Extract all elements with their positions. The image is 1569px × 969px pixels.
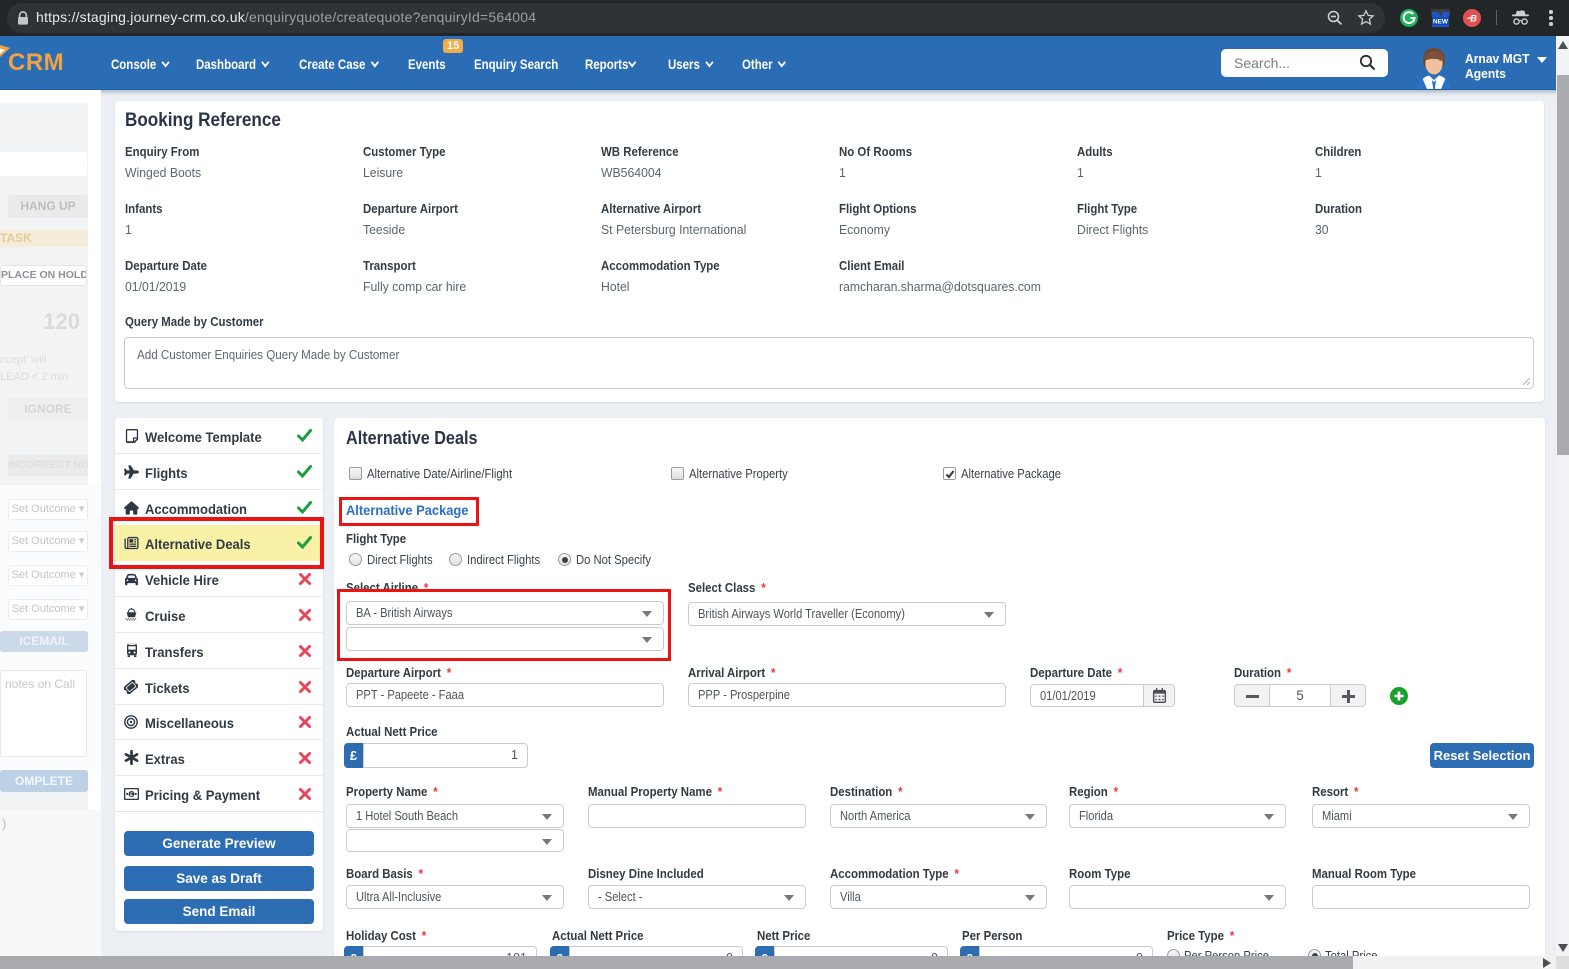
svg-text:NEW: NEW	[1433, 19, 1449, 26]
svg-text:B: B	[1470, 13, 1477, 23]
svg-text:£: £	[130, 792, 133, 798]
